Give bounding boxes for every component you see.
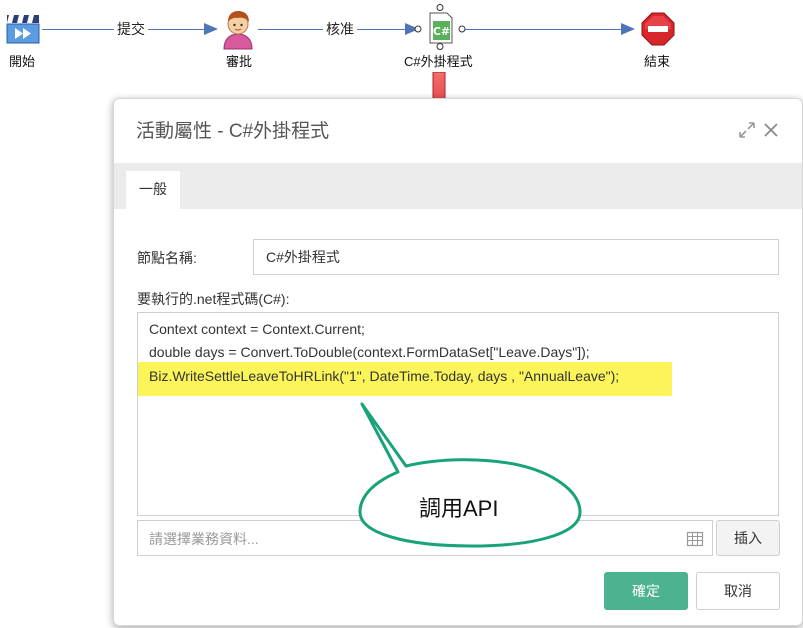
- code-label: 要執行的.net程式碼(C#):: [137, 291, 290, 307]
- user-approver-icon[interactable]: [219, 8, 257, 50]
- svg-text:C#: C#: [433, 25, 450, 38]
- node-label-approve: 審批: [226, 54, 253, 69]
- callout-bubble: [358, 402, 582, 548]
- edge-arrowhead-3: [621, 23, 635, 35]
- tab-bar: 一般: [114, 163, 802, 209]
- table-grid-icon[interactable]: [686, 530, 704, 548]
- code-line-2: double days = Convert.ToDouble(context.F…: [149, 344, 590, 360]
- callout-text: 調用API: [419, 496, 499, 521]
- dialog-title: 活動屬性 - C#外掛程式: [136, 121, 330, 142]
- stop-end-icon[interactable]: [641, 12, 675, 46]
- insert-button[interactable]: 插入: [716, 520, 780, 556]
- ok-button[interactable]: 確定: [604, 572, 688, 610]
- business-data-placeholder: 請選擇業務資料...: [149, 531, 259, 547]
- cancel-button[interactable]: 取消: [696, 572, 780, 610]
- tab-general[interactable]: 一般: [126, 171, 180, 209]
- edge-label-submit: 提交: [114, 21, 148, 37]
- start-clapper-icon[interactable]: [6, 13, 40, 45]
- edge-label-approve: 核准: [323, 21, 357, 37]
- code-line-3: Biz.WriteSettleLeaveToHRLink("1", DateTi…: [149, 368, 620, 384]
- close-icon[interactable]: [760, 119, 782, 141]
- node-label-start: 開始: [9, 54, 36, 69]
- node-name-input[interactable]: C#外掛程式: [253, 239, 779, 275]
- edge-arrowhead-1: [204, 23, 218, 35]
- node-label-csharp: C#外掛程式: [404, 54, 473, 69]
- edge-line-3: [462, 29, 622, 30]
- screenshot-page: 提交 核准 開始 審批 C# C#外掛程式 結束 活動屬性 - C#外掛程式 一…: [0, 0, 803, 628]
- code-line-1: Context context = Context.Current;: [149, 321, 365, 337]
- node-label-end: 結束: [644, 54, 671, 69]
- expand-icon[interactable]: [736, 119, 758, 141]
- node-name-label: 節點名稱:: [137, 250, 197, 266]
- dialog-header: 活動屬性 - C#外掛程式: [114, 99, 802, 163]
- csharp-plugin-icon[interactable]: C#: [414, 4, 466, 50]
